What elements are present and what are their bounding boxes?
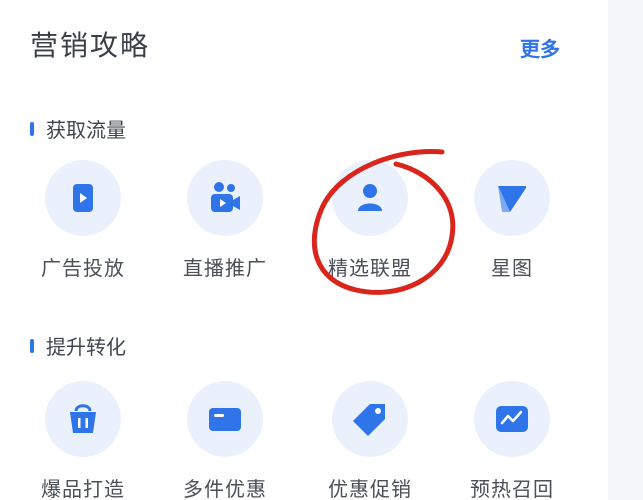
icon-background — [474, 160, 550, 236]
item-live-promotion[interactable]: 直播推广 — [165, 150, 285, 290]
item-discount-promotion[interactable]: 优惠促销 — [310, 371, 430, 500]
item-label: 星图 — [491, 256, 533, 280]
item-label: 广告投放 — [41, 256, 125, 280]
item-label: 精选联盟 — [328, 256, 412, 280]
icon-background — [45, 381, 121, 457]
item-selected-alliance[interactable]: 精选联盟 — [310, 150, 430, 290]
more-link[interactable]: 更多 — [520, 33, 560, 62]
item-label: 直播推广 — [183, 256, 267, 280]
card-icon — [209, 408, 241, 431]
item-star-map[interactable]: 星图 — [452, 150, 572, 290]
icon-background — [187, 381, 263, 457]
item-hot-product[interactable]: 爆品打造 — [23, 371, 143, 500]
icon-background — [187, 160, 263, 236]
background-strip — [608, 0, 643, 500]
user-icon — [358, 184, 382, 211]
icon-background — [332, 160, 408, 236]
item-ad-placement[interactable]: 广告投放 — [23, 150, 143, 290]
tag-icon — [353, 404, 385, 436]
section-label: 提升转化 — [46, 335, 126, 359]
item-label: 预热召回 — [470, 477, 554, 500]
section-header-conversion: 提升转化 — [30, 331, 126, 360]
icon-background — [45, 160, 121, 236]
trend-chart-icon — [496, 406, 528, 432]
video-play-icon — [73, 184, 93, 212]
grid-row-conversion: 爆品打造 多件优惠 优惠促销 预热召回 — [0, 371, 608, 500]
section-marker — [30, 338, 34, 353]
item-multi-discount[interactable]: 多件优惠 — [165, 371, 285, 500]
item-label: 优惠促销 — [328, 477, 412, 500]
icon-background — [332, 381, 408, 457]
grid-row-traffic: 广告投放 直播推广 精选联盟 星图 — [0, 150, 608, 290]
section-marker — [30, 121, 34, 136]
basket-icon — [70, 404, 96, 433]
item-preheat-recall[interactable]: 预热召回 — [452, 371, 572, 500]
icon-background — [474, 381, 550, 457]
section-label: 获取流量 — [46, 118, 126, 142]
page: 营销攻略 更多 获取流量 广告投放 直播推广 精选联盟 星图 提升转化 爆品打造… — [0, 0, 643, 500]
item-label: 爆品打造 — [41, 477, 125, 500]
live-camera-icon — [211, 182, 240, 212]
star-map-icon — [498, 186, 526, 212]
item-label: 多件优惠 — [183, 477, 267, 500]
section-header-traffic: 获取流量 — [30, 114, 126, 143]
page-title: 营销攻略 — [30, 29, 151, 62]
marketing-strategy-card: 营销攻略 更多 获取流量 广告投放 直播推广 精选联盟 星图 提升转化 爆品打造… — [0, 0, 608, 500]
